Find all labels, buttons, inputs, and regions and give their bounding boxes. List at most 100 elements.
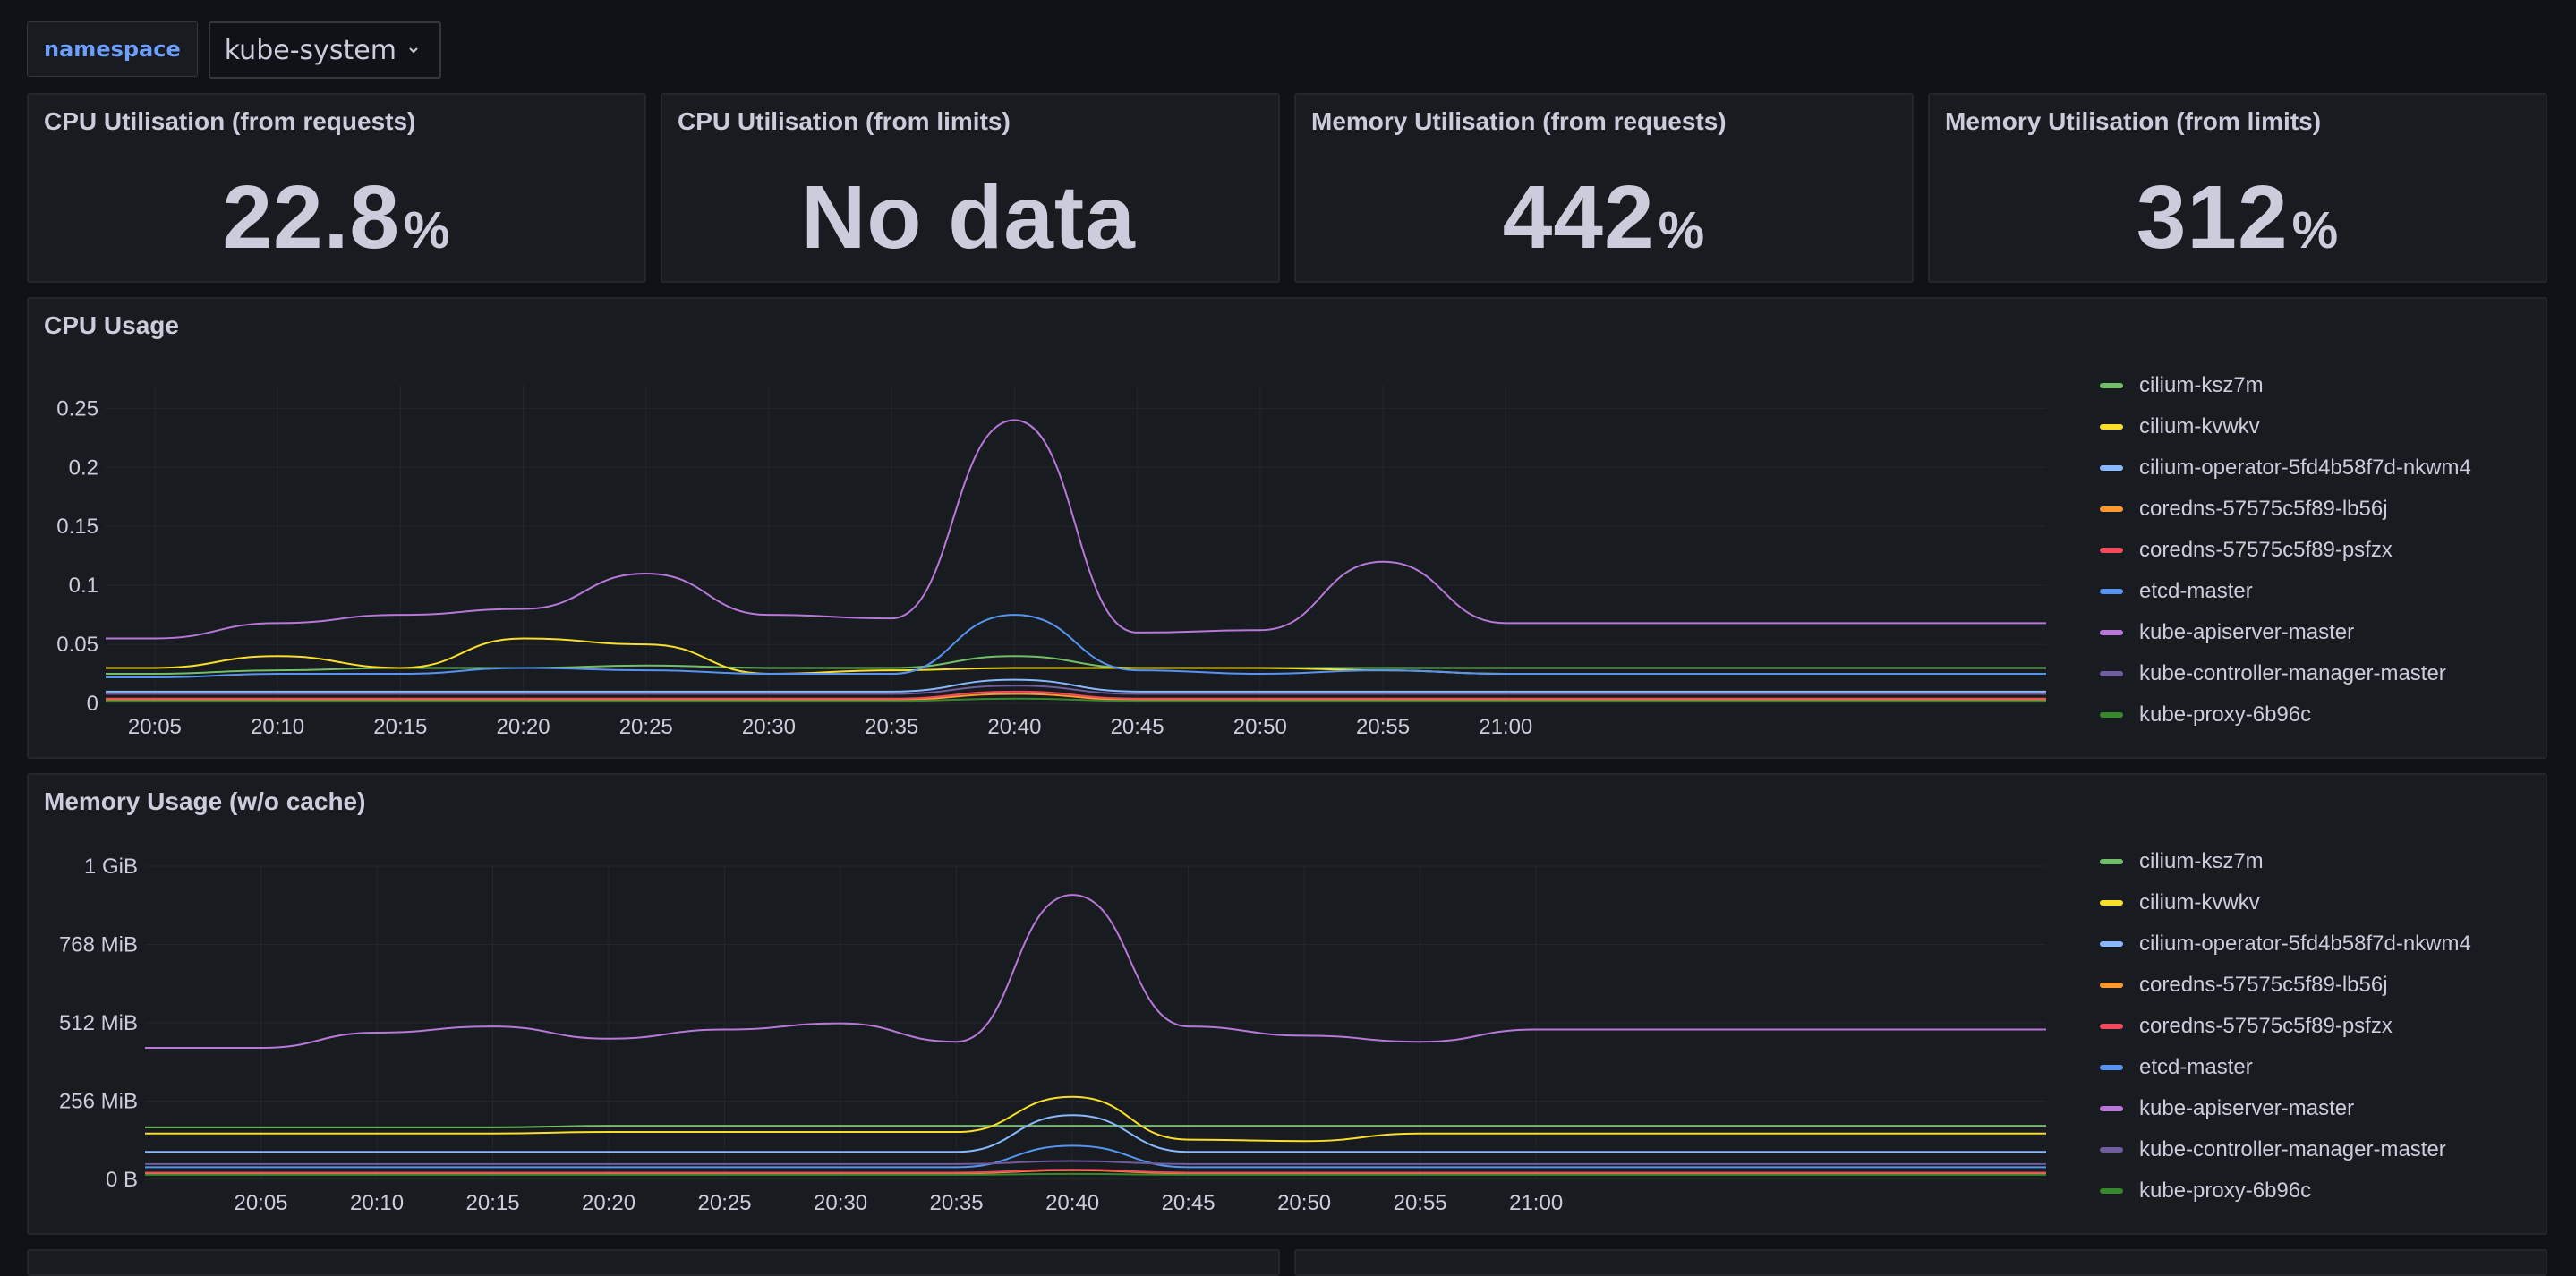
legend-item[interactable]: etcd-master <box>2100 1047 2471 1088</box>
legend-item[interactable]: kube-controller-manager-master <box>2100 653 2471 694</box>
legend-swatch <box>2100 983 2123 988</box>
legend-label: etcd-master <box>2139 579 2253 603</box>
legend-item[interactable]: kube-apiserver-master <box>2100 1088 2471 1129</box>
legend-item[interactable]: coredns-57575c5f89-lb56j <box>2100 489 2471 530</box>
y-tick-label: 0.05 <box>56 633 98 657</box>
x-tick-label: 20:50 <box>1277 1191 1331 1215</box>
x-tick-label: 20:05 <box>128 715 182 739</box>
legend-swatch <box>2100 630 2123 635</box>
legend-swatch <box>2100 1106 2123 1111</box>
legend-item[interactable]: cilium-operator-5fd4b58f7d-nkwm4 <box>2100 447 2471 489</box>
legend-label: cilium-ksz7m <box>2139 849 2264 873</box>
legend-swatch <box>2100 900 2123 906</box>
x-tick-label: 20:20 <box>497 715 550 739</box>
legend-swatch <box>2100 548 2123 553</box>
legend-label: coredns-57575c5f89-lb56j <box>2139 973 2388 997</box>
legend-label: kube-controller-manager-master <box>2139 1137 2446 1161</box>
cpu-usage-chart[interactable]: 0 0.05 0.1 0.15 0.2 0.25 20:05 20:10 20:15 20:20 2… <box>29 299 2078 757</box>
legend-swatch <box>2100 506 2123 512</box>
stat-panel-memory-requests[interactable]: Memory Utilisation (from requests) 442% <box>1294 93 1914 283</box>
x-tick-label: 20:15 <box>373 715 427 739</box>
cpu-usage-legend: cilium-ksz7m cilium-kvwkv cilium-operator-… <box>2100 365 2471 736</box>
legend-item[interactable]: coredns-57575c5f89-lb56j <box>2100 965 2471 1006</box>
series-line-cilium-kvwkv <box>144 1095 2046 1143</box>
namespace-variable-value: kube-system <box>224 34 397 66</box>
x-tick-label: 20:10 <box>251 715 304 739</box>
series-line-kube-apiserver-master <box>144 894 2046 1050</box>
memory-usage-panel[interactable]: Memory Usage (w/o cache) 0 B 256 MiB 512 M… <box>27 773 2547 1235</box>
legend-swatch <box>2100 1024 2123 1029</box>
x-tick-label: 20:25 <box>619 715 673 739</box>
stat-value: 22.8% <box>222 167 451 268</box>
cpu-usage-panel[interactable]: CPU Usage 0 0.05 0.1 0.15 0.2 0.25 20:05 20:10 2… <box>27 297 2547 759</box>
x-tick-label: 20:30 <box>742 715 796 739</box>
stat-panel-title: Memory Utilisation (from requests) <box>1311 107 1727 135</box>
legend-item[interactable]: etcd-master <box>2100 571 2471 612</box>
stat-panel-cpu-limits[interactable]: CPU Utilisation (from limits) No data <box>661 93 1280 283</box>
legend-item[interactable]: kube-controller-manager-master <box>2100 1129 2471 1170</box>
next-panel-left <box>27 1249 1280 1276</box>
stat-value: 312% <box>2136 167 2340 268</box>
legend-item[interactable]: coredns-57575c5f89-psfzx <box>2100 1006 2471 1047</box>
x-tick-label: 20:30 <box>814 1191 867 1215</box>
legend-swatch <box>2100 1065 2123 1070</box>
x-tick-label: 20:45 <box>1111 715 1164 739</box>
legend-item[interactable]: cilium-operator-5fd4b58f7d-nkwm4 <box>2100 923 2471 965</box>
variable-bar: namespace kube-system <box>27 21 441 79</box>
legend-label: cilium-operator-5fd4b58f7d-nkwm4 <box>2139 931 2471 956</box>
legend-label: etcd-master <box>2139 1055 2253 1079</box>
y-tick-label: 768 MiB <box>59 933 138 957</box>
legend-item[interactable]: kube-apiserver-master <box>2100 612 2471 653</box>
legend-label: coredns-57575c5f89-lb56j <box>2139 497 2388 521</box>
memory-usage-legend: cilium-ksz7m cilium-kvwkv cilium-operator-… <box>2100 841 2471 1212</box>
memory-usage-chart[interactable]: 0 B 256 MiB 512 MiB 768 MiB 1 GiB 20:05 20:10 2… <box>29 775 2078 1233</box>
series-line-cilium-ksz7m <box>106 655 2046 676</box>
legend-label: kube-controller-manager-master <box>2139 661 2446 685</box>
series-line-cilium-ksz7m <box>145 1125 2046 1128</box>
legend-item[interactable]: cilium-ksz7m <box>2100 841 2471 882</box>
x-tick-label: 20:10 <box>350 1191 404 1215</box>
x-tick-label: 21:00 <box>1509 1191 1563 1215</box>
legend-swatch <box>2100 465 2123 471</box>
namespace-variable-label: namespace <box>27 21 198 77</box>
stat-panel-title: CPU Utilisation (from limits) <box>678 107 1011 135</box>
y-tick-label: 512 MiB <box>59 1011 138 1035</box>
stat-panel-cpu-requests[interactable]: CPU Utilisation (from requests) 22.8% <box>27 93 646 283</box>
legend-label: kube-proxy-6b96c <box>2139 1178 2312 1203</box>
x-tick-label: 20:25 <box>698 1191 752 1215</box>
legend-swatch <box>2100 712 2123 718</box>
stat-panel-memory-limits[interactable]: Memory Utilisation (from limits) 312% <box>1928 93 2547 283</box>
chevron-down-icon <box>409 47 418 54</box>
legend-item[interactable]: coredns-57575c5f89-psfzx <box>2100 530 2471 571</box>
x-tick-label: 20:55 <box>1394 1191 1447 1215</box>
legend-swatch <box>2100 383 2123 388</box>
legend-item[interactable]: kube-proxy-6b96c <box>2100 694 2471 736</box>
stat-value: 442% <box>1502 167 1706 268</box>
legend-label: cilium-kvwkv <box>2139 890 2260 914</box>
stat-panel-title: Memory Utilisation (from limits) <box>1945 107 2322 135</box>
x-tick-label: 20:35 <box>930 1191 984 1215</box>
namespace-variable-select[interactable]: kube-system <box>208 21 441 79</box>
legend-label: cilium-operator-5fd4b58f7d-nkwm4 <box>2139 455 2471 480</box>
legend-item[interactable]: cilium-ksz7m <box>2100 365 2471 406</box>
legend-item[interactable]: kube-proxy-6b96c <box>2100 1170 2471 1212</box>
legend-item[interactable]: cilium-kvwkv <box>2100 406 2471 447</box>
legend-label: kube-proxy-6b96c <box>2139 702 2312 727</box>
legend-label: cilium-ksz7m <box>2139 373 2264 397</box>
legend-label: kube-apiserver-master <box>2139 620 2355 644</box>
x-tick-label: 21:00 <box>1479 715 1532 739</box>
y-tick-label: 0 <box>87 692 98 716</box>
series-line-kube-controller-manager-master <box>105 685 2046 695</box>
legend-swatch <box>2100 424 2123 430</box>
legend-label: kube-apiserver-master <box>2139 1096 2355 1120</box>
legend-swatch <box>2100 941 2123 947</box>
x-tick-label: 20:35 <box>865 715 918 739</box>
x-tick-label: 20:55 <box>1356 715 1410 739</box>
y-tick-label: 0.25 <box>56 396 98 421</box>
stat-panel-title: CPU Utilisation (from requests) <box>44 107 416 135</box>
legend-item[interactable]: cilium-kvwkv <box>2100 882 2471 923</box>
x-tick-label: 20:40 <box>987 715 1041 739</box>
y-tick-label: 0.1 <box>69 574 98 598</box>
x-tick-label: 20:40 <box>1045 1191 1099 1215</box>
legend-label: cilium-kvwkv <box>2139 414 2260 438</box>
